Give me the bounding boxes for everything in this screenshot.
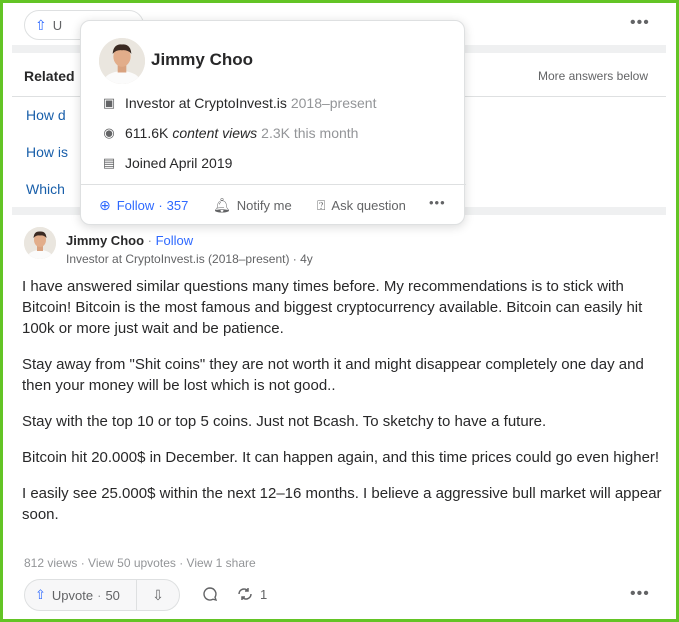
related-question-link[interactable]: How is [26, 144, 68, 160]
related-question-link[interactable]: How d [26, 107, 66, 123]
upvote-arrow-icon: ⇧ [35, 587, 46, 602]
related-question-link[interactable]: Which [26, 181, 65, 197]
more-options-icon[interactable]: ••• [630, 14, 650, 32]
profile-actions: ⊕ Follow · 357 🔔︎ Notify me ⍰ Ask questi… [81, 184, 466, 226]
calendar-icon: ▤ [102, 155, 116, 170]
answer-actions: ⇧ Upvote · 50 ⇩ 1 ••• [24, 579, 664, 613]
follow-button[interactable]: ⊕ Follow · 357 [99, 197, 188, 214]
answer-body: I have answered similar questions many t… [22, 276, 662, 540]
downvote-arrow-icon: ⇩ [152, 586, 164, 603]
ask-label: Ask question [331, 198, 406, 213]
answer-paragraph: I have answered similar questions many t… [22, 278, 643, 337]
follow-user-icon: ⊕ [99, 197, 111, 213]
upvote-count: 50 [105, 587, 120, 603]
upvote-label: Upvote [51, 587, 94, 603]
eye-icon: ◉ [103, 125, 115, 140]
ask-question-button[interactable]: ⍰ Ask question [317, 197, 406, 214]
employment-years: 2018–present [290, 95, 377, 111]
answer-paragraph: I easily see 25.000$ within the next 12–… [22, 485, 662, 523]
avatar-image [24, 227, 56, 259]
briefcase-icon: ▣ [102, 95, 116, 110]
bell-icon: 🔔︎ [213, 197, 231, 213]
comment-icon[interactable] [202, 586, 218, 606]
views-label: content views [172, 125, 258, 141]
profile-more-icon[interactable]: ••• [429, 195, 446, 210]
notify-me-button[interactable]: 🔔︎ Notify me [213, 197, 292, 214]
author-name[interactable]: Jimmy Choo [66, 233, 144, 248]
author-line: Jimmy Choo · Follow [66, 233, 194, 248]
profile-employment: ▣ Investor at CryptoInvest.is 2018–prese… [101, 95, 377, 111]
avatar[interactable] [24, 227, 56, 259]
notify-label: Notify me [236, 198, 292, 213]
profile-avatar-image [99, 38, 145, 84]
views-month: 2.3K this month [261, 125, 359, 141]
follow-link[interactable]: Follow [156, 233, 194, 248]
share-icon[interactable] [236, 586, 254, 606]
share-count: 1 [260, 587, 268, 602]
vote-group: ⇧ Upvote · 50 ⇩ [24, 579, 180, 611]
more-answers-below-link[interactable]: More answers below [538, 69, 648, 83]
question-icon: ⍰ [317, 197, 326, 213]
answer-paragraph: Stay away from "Shit coins" they are not… [22, 356, 644, 394]
upvote-arrow-icon: ⇧ [35, 16, 47, 33]
profile-joined: ▤ Joined April 2019 [101, 155, 233, 171]
answer-paragraph: Bitcoin hit 20.000$ in December. It can … [22, 449, 660, 466]
joined-text: Joined April 2019 [125, 155, 233, 171]
follower-count: 357 [166, 198, 189, 213]
answer-paragraph: Stay with the top 10 or top 5 coins. Jus… [22, 413, 547, 430]
profile-hover-card: Jimmy Choo ▣ Investor at CryptoInvest.is… [80, 20, 466, 226]
answer-stats[interactable]: 812 views · View 50 upvotes · View 1 sha… [24, 556, 256, 570]
follow-label: Follow [116, 198, 155, 213]
upvote-button[interactable]: ⇧ Upvote · 50 [25, 580, 137, 610]
upvote-label-top: U [52, 17, 63, 33]
profile-views: ◉ 611.6K content views 2.3K this month [101, 125, 358, 141]
related-title: Related [24, 68, 75, 84]
page: ⇧ U ••• Related More answers below How d… [12, 4, 666, 618]
views-count: 611.6K [125, 125, 169, 141]
profile-avatar[interactable] [99, 38, 145, 84]
profile-name[interactable]: Jimmy Choo [151, 50, 253, 70]
author-credential: Investor at CryptoInvest.is (2018–presen… [66, 252, 313, 266]
employment-text: Investor at CryptoInvest.is [125, 95, 287, 111]
downvote-button[interactable]: ⇩ [137, 587, 179, 604]
more-options-icon[interactable]: ••• [630, 585, 650, 603]
